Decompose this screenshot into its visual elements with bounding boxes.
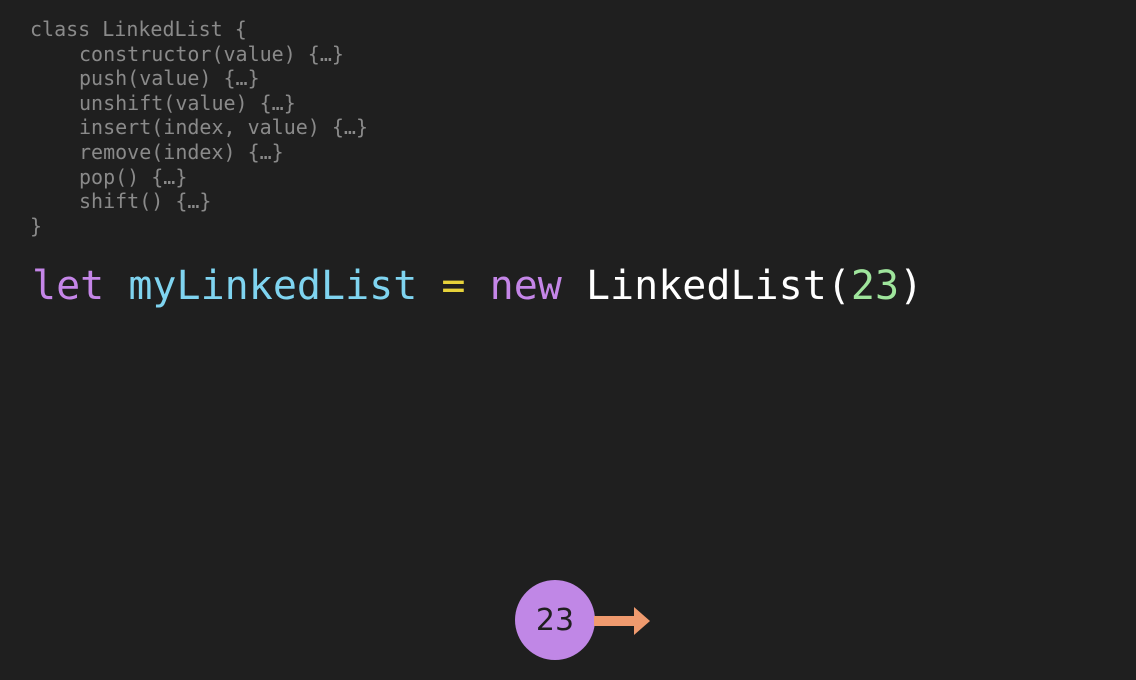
constructor-argument: 23 (850, 263, 900, 309)
keyword-let: let (32, 263, 105, 309)
arrow-shaft (594, 616, 636, 626)
class-closing-brace: } (30, 213, 43, 238)
paren-close: ) (899, 263, 924, 309)
instantiation-statement: let myLinkedList = new LinkedList(23) (32, 262, 923, 310)
class-declaration-line: class LinkedList { (30, 17, 247, 41)
method-constructor: constructor(value) {…} (79, 41, 344, 66)
paren-open: ( (826, 263, 851, 309)
linked-list-node: 23 (515, 580, 595, 660)
method-push: push(value) {…} (79, 66, 260, 91)
node-value: 23 (535, 602, 575, 638)
assignment-operator: = (441, 263, 466, 309)
method-remove: remove(index) {…} (79, 139, 284, 164)
next-pointer-arrow-icon (594, 607, 650, 635)
class-name: LinkedList (585, 263, 827, 309)
method-insert: insert(index, value) {…} (79, 115, 368, 140)
method-unshift: unshift(value) {…} (79, 90, 296, 115)
arrow-head (634, 607, 650, 635)
keyword-new: new (489, 263, 562, 309)
class-definition-code: class LinkedList {constructor(value) {…}… (30, 17, 368, 238)
method-shift: shift() {…} (79, 189, 212, 214)
method-pop: pop() {…} (79, 164, 188, 189)
variable-name: myLinkedList (128, 263, 418, 309)
